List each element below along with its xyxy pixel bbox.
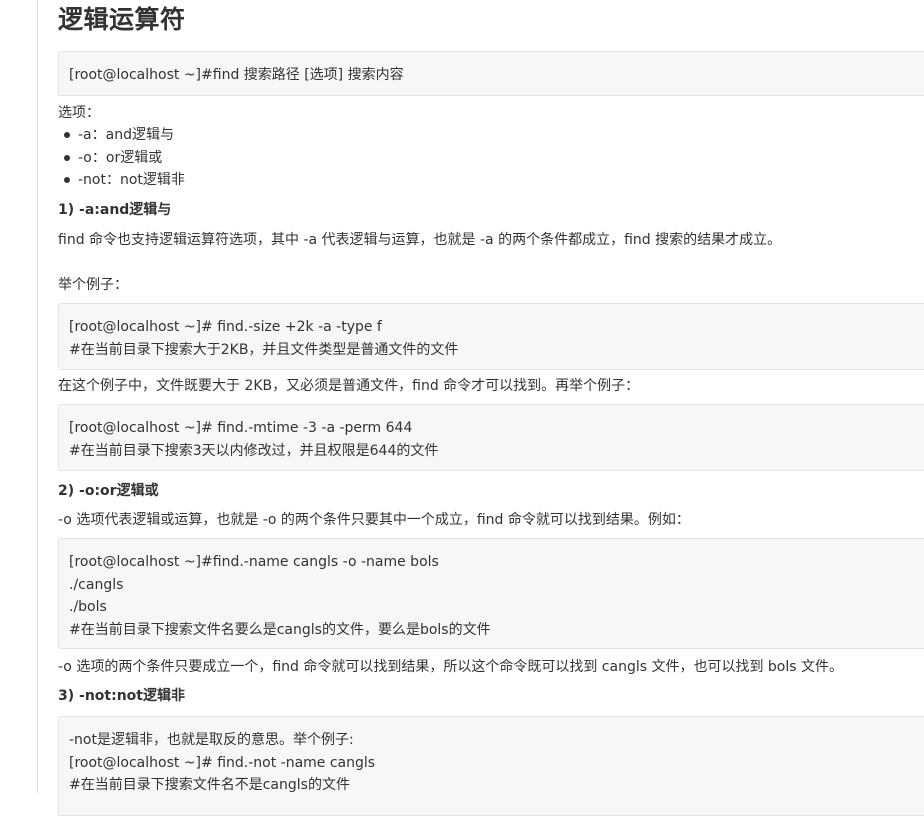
code-line: #在当前目录下搜索3天以内修改过，并且权限是644的文件	[69, 442, 439, 459]
paragraph: 在这个例子中，文件既要大于 2KB，又必须是普通文件，find 命令才可以找到。…	[58, 378, 640, 394]
code-line: [root@localhost ~]# find.-mtime -3 -a -p…	[69, 420, 413, 436]
code-line: [root@localhost ~]# find.-not -name cang…	[69, 754, 376, 771]
paragraph: find 命令也支持逻辑运算符选项，其中 -a 代表逻辑与运算，也就是 -a 的…	[58, 232, 782, 248]
code-block-not: -not是逻辑非，也就是取反的意思。举个例子: [root@localhost …	[58, 716, 924, 816]
code-line: #在当前目录下搜索文件名不是cangls的文件	[69, 777, 350, 793]
code-line: -not是逻辑非，也就是取反的意思。举个例子:	[69, 732, 354, 748]
list-item: -a：and逻辑与	[64, 124, 185, 147]
code-line: #在当前目录下搜索文件名要么是cangls的文件，要么是bols的文件	[69, 621, 491, 638]
code-block-and-1: [root@localhost ~]# find.-size +2k -a -t…	[58, 303, 924, 370]
code-block-and-2: [root@localhost ~]# find.-mtime -3 -a -p…	[58, 404, 924, 471]
code-line: ./cangls	[69, 576, 124, 593]
code-line: [root@localhost ~]#find.-name cangls -o …	[69, 554, 439, 570]
section-heading-and: 1) -a:and逻辑与	[58, 202, 172, 218]
code-line: [root@localhost ~]#find 搜索路径 [选项] 搜索内容	[69, 67, 404, 83]
paragraph: -o 选项代表逻辑或运算，也就是 -o 的两个条件只要其中一个成立，find 命…	[58, 512, 690, 528]
section-heading-or: 2) -o:or逻辑或	[58, 483, 159, 499]
code-line: #在当前目录下搜索大于2KB，并且文件类型是普通文件的文件	[69, 341, 459, 358]
options-label: 选项：	[58, 105, 100, 121]
list-item: -o：or逻辑或	[64, 147, 185, 170]
list-item: -not：not逻辑非	[64, 169, 185, 192]
code-line: [root@localhost ~]# find.-size +2k -a -t…	[69, 319, 382, 335]
code-block-syntax: [root@localhost ~]#find 搜索路径 [选项] 搜索内容	[58, 51, 924, 96]
code-block-or: [root@localhost ~]#find.-name cangls -o …	[58, 538, 924, 649]
paragraph: -o 选项的两个条件只要成立一个，find 命令就可以找到结果，所以这个命令既可…	[58, 659, 844, 675]
page-title: 逻辑运算符	[58, 5, 186, 34]
options-list: -a：and逻辑与 -o：or逻辑或 -not：not逻辑非	[58, 124, 185, 192]
code-line: ./bols	[69, 599, 107, 615]
section-heading-not: 3) -not:not逻辑非	[58, 688, 185, 704]
paragraph: 举个例子：	[58, 277, 128, 293]
left-gutter	[0, 0, 38, 794]
